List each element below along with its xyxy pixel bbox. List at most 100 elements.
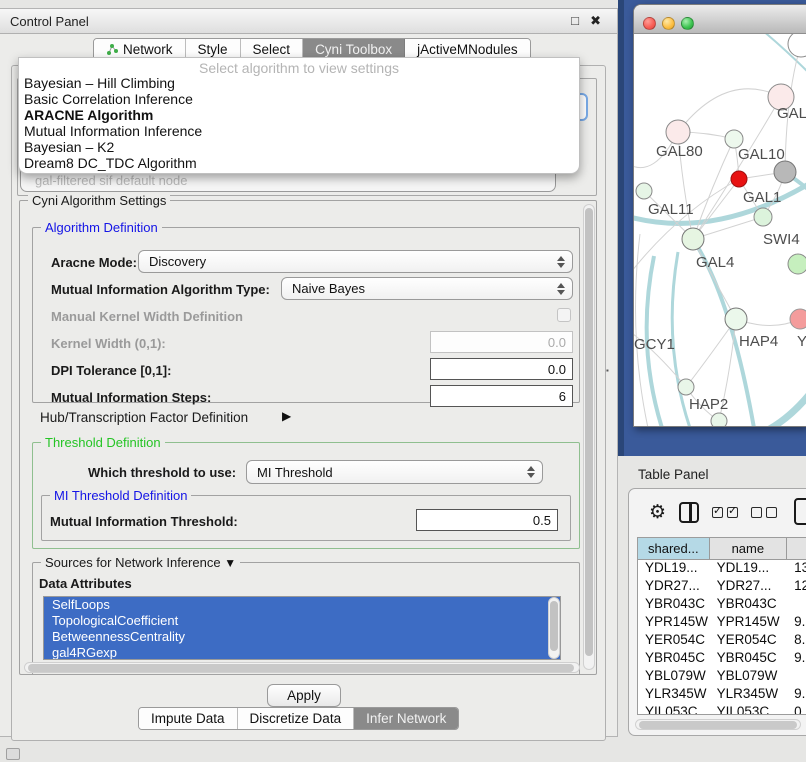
mi-algorithm-type-combobox[interactable]: Naive Bayes	[281, 277, 573, 300]
which-threshold-value: MI Threshold	[257, 465, 333, 480]
select-all-icon[interactable]	[712, 507, 738, 518]
minimized-panel-icon[interactable]	[6, 748, 20, 760]
aracne-mode-label: Aracne Mode:	[51, 255, 137, 270]
tab-impute-data[interactable]: Impute Data	[139, 708, 238, 729]
expand-right-icon[interactable]: ▶	[282, 409, 291, 423]
network-graph: GAL GAL80 GAL10 GAL11 GAL1 SWI4 GAL4 GCY…	[634, 34, 806, 427]
table-row[interactable]: YER054CYER054C8.	[638, 632, 806, 650]
dropdown-item[interactable]: Bayesian – Hill Climbing	[19, 75, 579, 91]
table-mode-icon[interactable]	[794, 498, 806, 525]
network-view-window[interactable]: GAL GAL80 GAL10 GAL11 GAL1 SWI4 GAL4 GCY…	[633, 4, 806, 427]
aracne-mode-combobox[interactable]: Discovery	[138, 250, 573, 273]
which-threshold-combobox[interactable]: MI Threshold	[246, 460, 543, 484]
mi-threshold-group: MI Threshold Definition Mutual Informati…	[41, 495, 571, 541]
sources-group-title[interactable]: Sources for Network Inference ▼	[41, 555, 240, 570]
dpi-tolerance-label: DPI Tolerance [0,1]:	[51, 363, 171, 378]
dropdown-item[interactable]: Basic Correlation Inference	[19, 91, 579, 107]
collapse-down-icon[interactable]: ▼	[224, 556, 236, 570]
scrollbar-thumb[interactable]	[28, 664, 574, 672]
data-attributes-list[interactable]: SelfLoops TopologicalCoefficient Between…	[43, 596, 561, 660]
mi-steps-value: 6	[559, 389, 566, 404]
manual-kernel-width-label: Manual Kernel Width Definition	[51, 309, 243, 324]
list-vertical-scrollbar[interactable]	[548, 597, 560, 659]
dropdown-hint: Select algorithm to view settings	[19, 58, 579, 75]
node-label: GAL80	[656, 143, 703, 160]
tab-impute-data-label: Impute Data	[151, 711, 225, 726]
column-header-name[interactable]: name	[710, 538, 788, 559]
list-item[interactable]: BetweennessCentrality	[44, 629, 560, 645]
node-label: Y	[797, 333, 806, 350]
table-row[interactable]: YPR145WYPR145W9.	[638, 614, 806, 632]
mi-steps-field[interactable]: 6	[430, 385, 573, 407]
split-columns-icon[interactable]	[679, 502, 699, 523]
scrollbar-thumb[interactable]	[585, 208, 593, 656]
mi-threshold-group-title: MI Threshold Definition	[50, 488, 191, 503]
scrollbar-thumb[interactable]	[639, 721, 797, 729]
list-item[interactable]: TopologicalCoefficient	[44, 613, 560, 629]
gear-icon[interactable]: ⚙	[649, 501, 666, 524]
list-item[interactable]: gal4RGexp	[44, 645, 560, 660]
node-table[interactable]: shared... name YDL19...YDL19...13 YDR27.…	[637, 537, 806, 715]
table-row[interactable]: YDR27...YDR27...12	[638, 578, 806, 596]
sources-group: Sources for Network Inference ▼ Data Att…	[32, 562, 580, 675]
float-window-icon[interactable]: □	[571, 13, 579, 28]
kernel-width-field[interactable]: 0.0	[430, 331, 573, 353]
close-icon[interactable]: ✖	[590, 13, 601, 29]
dropdown-item-selected[interactable]: ARACNE Algorithm	[19, 107, 579, 123]
dropdown-item[interactable]: Dream8 DC_TDC Algorithm	[19, 155, 579, 171]
list-item[interactable]: SelfLoops	[44, 597, 560, 613]
algorithm-definition-group: Algorithm Definition Aracne Mode: Discov…	[32, 227, 580, 403]
node-label: GAL1	[743, 189, 781, 206]
network-canvas[interactable]: GAL GAL80 GAL10 GAL11 GAL1 SWI4 GAL4 GCY…	[634, 34, 806, 427]
node-label: HAP2	[689, 396, 728, 413]
manual-kernel-width-checkbox[interactable]	[557, 308, 571, 322]
kernel-width-label: Kernel Width (0,1):	[51, 336, 166, 351]
zoom-traffic-light-icon[interactable]	[681, 17, 694, 30]
tab-infer-network[interactable]: Infer Network	[354, 708, 458, 729]
dpi-tolerance-field[interactable]: 0.0	[430, 358, 573, 380]
table-row[interactable]: YBR045CYBR045C9.	[638, 650, 806, 668]
node-label: GAL11	[648, 201, 694, 218]
spinner-arrows-icon	[557, 283, 565, 295]
settings-vertical-scrollbar[interactable]	[583, 204, 595, 670]
table-row[interactable]: YIL053CYIL053C0	[638, 704, 806, 715]
dropdown-item[interactable]: Mutual Information Inference	[19, 123, 579, 139]
algorithm-dropdown-list[interactable]: Select algorithm to view settings Bayesi…	[18, 57, 580, 174]
dropdown-item[interactable]: Bayesian – K2	[19, 139, 579, 155]
table-horizontal-scrollbar[interactable]	[635, 719, 801, 730]
apply-button[interactable]: Apply	[267, 684, 341, 707]
tab-discretize-data[interactable]: Discretize Data	[238, 708, 355, 729]
hub-definition-label[interactable]: Hub/Transcription Factor Definition	[40, 410, 248, 425]
column-header-3[interactable]	[787, 538, 806, 559]
control-panel-titlebar[interactable]: Control Panel □ ✖	[0, 9, 617, 34]
table-panel-dock: Table Panel ⚙ shared... name YDL19...YDL…	[618, 456, 806, 762]
mi-threshold-label: Mutual Information Threshold:	[50, 514, 238, 529]
mi-threshold-field[interactable]: 0.5	[416, 509, 558, 531]
data-attributes-label: Data Attributes	[39, 576, 132, 591]
spinner-arrows-icon	[557, 256, 565, 268]
table-select-value: gal-filtered sif default node	[35, 173, 187, 188]
kernel-width-value: 0.0	[548, 335, 566, 350]
network-window-titlebar[interactable]	[634, 5, 806, 34]
mi-algorithm-type-label: Mutual Information Algorithm Type:	[51, 282, 270, 297]
tab-style-label: Style	[198, 42, 228, 57]
node-label: SWI4	[763, 231, 800, 248]
minimize-traffic-light-icon[interactable]	[662, 17, 675, 30]
column-header-shared[interactable]: shared...	[638, 538, 710, 559]
tab-cyni-toolbox-label: Cyni Toolbox	[315, 42, 392, 57]
cyni-algorithm-settings-group: Cyni Algorithm Settings Algorithm Defini…	[19, 200, 597, 675]
table-row[interactable]: YBR043CYBR043C	[638, 596, 806, 614]
node-label: GCY1	[634, 336, 675, 353]
deselect-all-icon[interactable]	[751, 507, 777, 518]
scrollbar-thumb[interactable]	[550, 601, 558, 651]
mi-threshold-value: 0.5	[533, 513, 551, 528]
splitter-grip[interactable]: ▪	[606, 368, 611, 378]
node-label: HAP4	[739, 333, 778, 350]
table-row[interactable]: YDL19...YDL19...13	[638, 560, 806, 578]
table-row[interactable]: YBL079WYBL079W	[638, 668, 806, 686]
table-panel: ⚙ shared... name YDL19...YDL19...13 YDR2…	[628, 488, 806, 736]
table-row[interactable]: YLR345WYLR345W9.	[638, 686, 806, 704]
spinner-arrows-icon	[527, 466, 535, 478]
close-traffic-light-icon[interactable]	[643, 17, 656, 30]
settings-horizontal-scrollbar[interactable]	[24, 662, 580, 673]
